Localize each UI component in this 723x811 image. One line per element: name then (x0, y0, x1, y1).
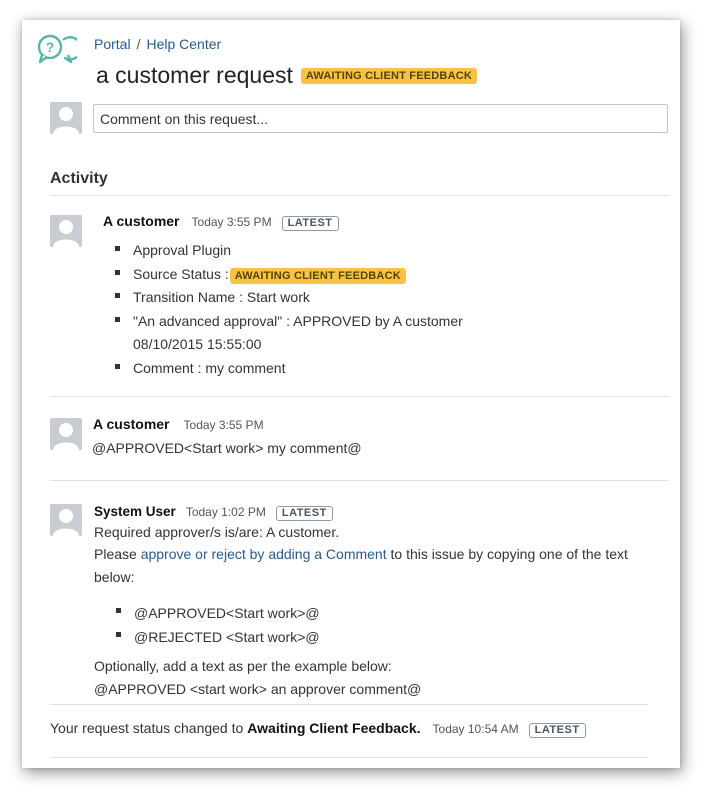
comment-line: Required approver/s is/are: A customer. (94, 524, 340, 540)
comment-line: Optionally, add a text as per the exampl… (94, 658, 392, 674)
approval-commands-list: @APPROVED<Start work>@ @REJECTED <Start … (114, 601, 320, 649)
entry-divider (50, 480, 668, 481)
author-name: A customer (93, 416, 170, 432)
list-item: Approval Plugin (113, 239, 463, 263)
breadcrumb: Portal / Help Center (94, 36, 221, 52)
list-item-date: 08/10/2015 15:55:00 (133, 336, 262, 352)
author-name: System User (94, 504, 176, 519)
entry-divider (50, 704, 648, 705)
default-user-avatar-icon (50, 504, 82, 536)
comment-line: Please approve or reject by adding a Com… (94, 546, 628, 562)
status-badge: AWAITING CLIENT FEEDBACK (300, 67, 478, 84)
status-change-value: Awaiting Client Feedback. (247, 720, 421, 736)
activity-entry-header: System User Today 1:02 PM LATEST (94, 504, 333, 521)
activity-heading: Activity (50, 170, 108, 187)
list-item-text: "An advanced approval" : APPROVED by A c… (133, 312, 463, 329)
default-user-avatar-icon (50, 215, 82, 247)
avatar (50, 215, 82, 247)
activity-entry-header: A customer Today 3:55 PM LATEST (103, 213, 339, 231)
status-badge: AWAITING CLIENT FEEDBACK (229, 267, 406, 284)
request-header: a customer request AWAITING CLIENT FEEDB… (96, 62, 478, 89)
timestamp: Today 3:55 PM (183, 418, 264, 432)
entry-divider (50, 757, 648, 758)
list-item: "An advanced approval" : APPROVED by A c… (113, 310, 463, 357)
entry-divider (50, 396, 668, 397)
breadcrumb-separator: / (136, 36, 141, 52)
default-user-avatar-icon (50, 102, 82, 134)
timestamp: Today 3:55 PM (191, 215, 272, 229)
list-item: Source Status : AWAITING CLIENT FEEDBACK (113, 263, 463, 287)
current-user-avatar (50, 102, 82, 134)
status-change-text: Your request status changed to (50, 720, 244, 736)
approval-details-list: Approval Plugin Source Status : AWAITING … (113, 239, 463, 380)
activity-divider (50, 195, 668, 196)
page-title: a customer request (96, 62, 293, 88)
list-item: Comment : my comment (113, 357, 463, 381)
list-item: @REJECTED <Start work>@ (114, 625, 320, 649)
list-item-text: Comment : my comment (133, 359, 286, 376)
list-item-label: Source Status : (133, 265, 229, 282)
author-name: A customer (103, 213, 180, 229)
approve-reject-link[interactable]: approve or reject by adding a Comment (141, 546, 387, 562)
timestamp: Today 1:02 PM (185, 505, 266, 519)
list-item-text: Transition Name : Start work (133, 289, 310, 305)
comment-text: to this issue by copying one of the text (386, 546, 628, 562)
comment-line: @APPROVED <start work> an approver comme… (94, 681, 422, 697)
list-item-text: Approval Plugin (133, 242, 232, 258)
breadcrumb-portal-link[interactable]: Portal (94, 36, 131, 52)
avatar (50, 504, 82, 536)
latest-badge: LATEST (275, 506, 333, 521)
comment-text: Please (94, 546, 141, 562)
latest-badge: LATEST (281, 216, 339, 231)
activity-entry-header: A customer Today 3:55 PM (93, 416, 264, 432)
list-item: @APPROVED<Start work>@ (114, 601, 320, 625)
timestamp: Today 10:54 AM (432, 722, 519, 736)
default-user-avatar-icon (50, 418, 82, 450)
latest-badge: LATEST (528, 723, 586, 738)
comment-body: @APPROVED<Start work> my comment@ (92, 440, 362, 456)
help-center-logo-icon: ? (35, 33, 83, 65)
comment-line: below: (94, 569, 135, 585)
list-item: Transition Name : Start work (113, 286, 463, 310)
breadcrumb-help-center-link[interactable]: Help Center (146, 36, 221, 52)
svg-text:?: ? (46, 39, 55, 55)
avatar (50, 418, 82, 450)
status-change-entry: Your request status changed to Awaiting … (50, 720, 586, 738)
comment-input[interactable] (93, 104, 668, 133)
